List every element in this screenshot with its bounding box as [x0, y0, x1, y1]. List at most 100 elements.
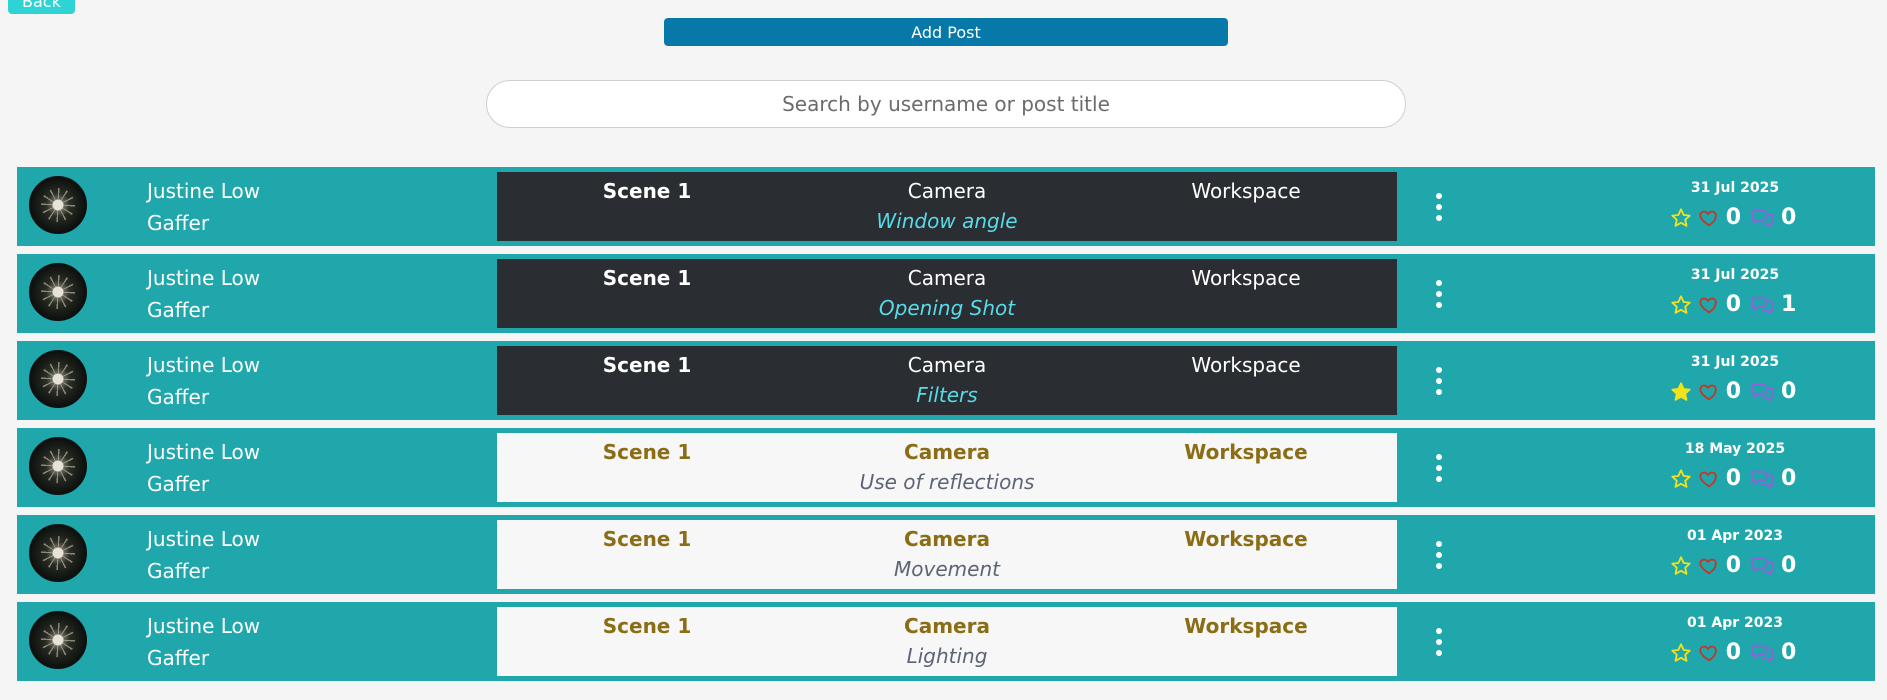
post-scene: Scene 1 [602, 179, 692, 203]
post-stats: 0 1 [1617, 292, 1853, 317]
post-date: 31 Jul 2025 [1690, 354, 1780, 370]
comment-icon[interactable] [1751, 642, 1775, 664]
post-category: Workspace [1191, 353, 1301, 377]
post-row[interactable]: Justine Low Gaffer Scene 1 Camera Worksp… [17, 167, 1875, 246]
comments-count: 1 [1781, 292, 1797, 317]
author-name: Justine Low [147, 353, 261, 377]
heart-icon[interactable] [1698, 381, 1720, 403]
heart-icon[interactable] [1698, 207, 1720, 229]
post-author: Justine Low Gaffer [147, 262, 260, 326]
post-stats: 0 0 [1617, 466, 1853, 491]
avatar[interactable] [29, 437, 87, 495]
post-row[interactable]: Justine Low Gaffer Scene 1 Camera Worksp… [17, 341, 1875, 420]
post-department: Camera [904, 527, 990, 551]
comment-icon[interactable] [1751, 555, 1775, 577]
post-department: Camera [904, 614, 990, 638]
comments-count: 0 [1781, 640, 1797, 665]
more-vertical-icon[interactable] [1427, 367, 1451, 395]
author-name: Justine Low [147, 266, 261, 290]
more-vertical-icon[interactable] [1427, 628, 1451, 656]
post-summary-panel[interactable]: Scene 1 Camera Workspace Lighting [497, 607, 1397, 676]
post-title[interactable]: Window angle [876, 206, 1017, 236]
likes-count: 0 [1725, 379, 1741, 404]
post-date: 18 May 2025 [1684, 441, 1786, 457]
comment-icon[interactable] [1751, 207, 1775, 229]
likes-count: 0 [1725, 292, 1741, 317]
comment-icon[interactable] [1751, 294, 1775, 316]
post-row[interactable]: Justine Low Gaffer Scene 1 Camera Worksp… [17, 515, 1875, 594]
more-vertical-icon[interactable] [1427, 280, 1451, 308]
comments-count: 0 [1781, 553, 1797, 578]
post-date: 31 Jul 2025 [1690, 180, 1780, 196]
post-scene: Scene 1 [602, 614, 692, 638]
author-role: Gaffer [147, 559, 210, 583]
avatar[interactable] [29, 350, 87, 408]
star-icon[interactable] [1670, 468, 1692, 490]
search-input[interactable] [487, 80, 1405, 128]
post-title[interactable]: Lighting [907, 641, 988, 671]
post-summary-panel[interactable]: Scene 1 Camera Workspace Use of reflecti… [497, 433, 1397, 502]
likes-count: 0 [1725, 205, 1741, 230]
post-date: 31 Jul 2025 [1690, 267, 1780, 283]
post-meta: 01 Apr 2023 0 0 [1617, 614, 1853, 665]
post-scene: Scene 1 [602, 353, 692, 377]
heart-icon[interactable] [1698, 468, 1720, 490]
post-date: 01 Apr 2023 [1687, 528, 1783, 544]
avatar[interactable] [29, 176, 87, 234]
post-author: Justine Low Gaffer [147, 175, 260, 239]
post-author: Justine Low Gaffer [147, 523, 260, 587]
post-summary-panel[interactable]: Scene 1 Camera Workspace Filters [497, 346, 1397, 415]
post-title[interactable]: Use of reflections [860, 467, 1035, 497]
post-title[interactable]: Opening Shot [879, 293, 1015, 323]
likes-count: 0 [1725, 640, 1741, 665]
post-author: Justine Low Gaffer [147, 349, 260, 413]
post-department: Camera [904, 440, 990, 464]
heart-icon[interactable] [1698, 294, 1720, 316]
post-author: Justine Low Gaffer [147, 610, 260, 674]
post-category: Workspace [1191, 266, 1301, 290]
post-department: Camera [907, 353, 987, 377]
post-category: Workspace [1184, 527, 1308, 551]
search-bar [486, 80, 1406, 128]
avatar[interactable] [29, 263, 87, 321]
comments-count: 0 [1781, 466, 1797, 491]
author-name: Justine Low [147, 440, 261, 464]
heart-icon[interactable] [1698, 642, 1720, 664]
star-icon[interactable] [1670, 294, 1692, 316]
more-vertical-icon[interactable] [1427, 541, 1451, 569]
post-row[interactable]: Justine Low Gaffer Scene 1 Camera Worksp… [17, 254, 1875, 333]
post-stats: 0 0 [1617, 379, 1853, 404]
heart-icon[interactable] [1698, 555, 1720, 577]
post-author: Justine Low Gaffer [147, 436, 260, 500]
post-row[interactable]: Justine Low Gaffer Scene 1 Camera Worksp… [17, 602, 1875, 681]
star-icon[interactable] [1670, 555, 1692, 577]
avatar[interactable] [29, 524, 87, 582]
back-button[interactable]: Back [8, 0, 75, 14]
comment-icon[interactable] [1751, 468, 1775, 490]
post-stats: 0 0 [1617, 640, 1853, 665]
more-vertical-icon[interactable] [1427, 193, 1451, 221]
author-role: Gaffer [147, 211, 210, 235]
author-role: Gaffer [147, 472, 210, 496]
post-category: Workspace [1184, 440, 1308, 464]
comment-icon[interactable] [1751, 381, 1775, 403]
post-title[interactable]: Movement [894, 554, 1000, 584]
more-vertical-icon[interactable] [1427, 454, 1451, 482]
post-stats: 0 0 [1617, 553, 1853, 578]
post-date: 01 Apr 2023 [1687, 615, 1783, 631]
post-summary-panel[interactable]: Scene 1 Camera Workspace Movement [497, 520, 1397, 589]
post-meta: 31 Jul 2025 0 0 [1617, 353, 1853, 404]
post-title[interactable]: Filters [916, 380, 977, 410]
author-name: Justine Low [147, 179, 261, 203]
comments-count: 0 [1781, 379, 1797, 404]
add-post-button[interactable]: Add Post [664, 18, 1228, 46]
star-icon[interactable] [1670, 381, 1692, 403]
post-summary-panel[interactable]: Scene 1 Camera Workspace Opening Shot [497, 259, 1397, 328]
post-meta: 31 Jul 2025 0 0 [1617, 179, 1853, 230]
post-department: Camera [907, 266, 987, 290]
star-icon[interactable] [1670, 642, 1692, 664]
star-icon[interactable] [1670, 207, 1692, 229]
post-row[interactable]: Justine Low Gaffer Scene 1 Camera Worksp… [17, 428, 1875, 507]
avatar[interactable] [29, 611, 87, 669]
post-summary-panel[interactable]: Scene 1 Camera Workspace Window angle [497, 172, 1397, 241]
